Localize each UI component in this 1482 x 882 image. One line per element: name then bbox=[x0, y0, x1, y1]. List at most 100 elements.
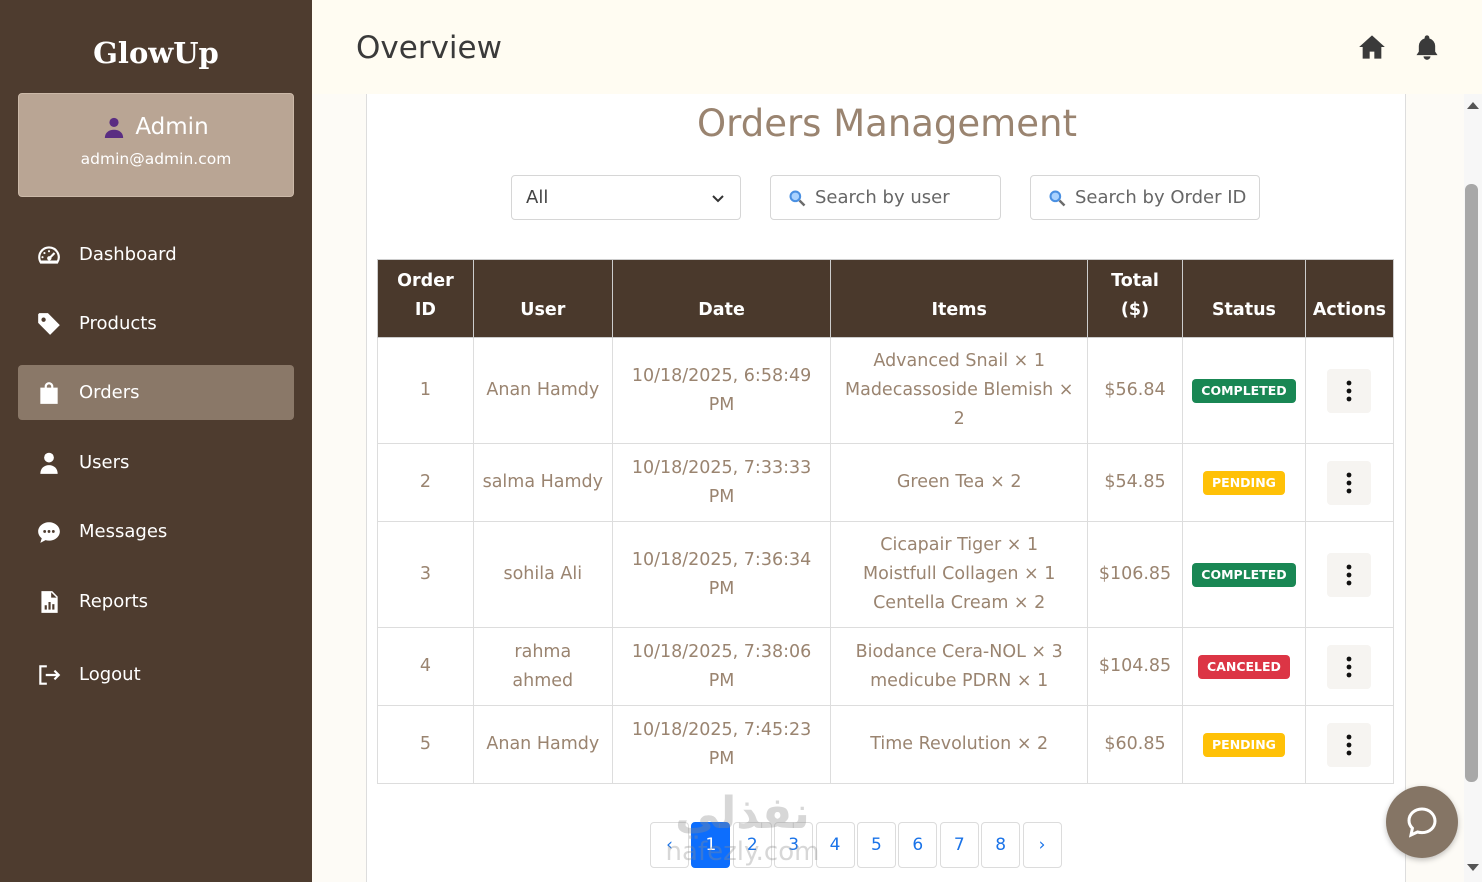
pagination-prev[interactable]: ‹ bbox=[650, 822, 689, 868]
search-user-input[interactable]: Search by user bbox=[770, 175, 1001, 220]
table-row: 5 Anan Hamdy 10/18/2025, 7:45:23 PM Time… bbox=[377, 705, 1395, 784]
order-id: 3 bbox=[377, 521, 474, 628]
chat-bubble-icon bbox=[1407, 807, 1437, 838]
page-scrollbar[interactable] bbox=[1464, 94, 1482, 882]
orders-card: Orders Management All Search by user Sea… bbox=[366, 94, 1406, 882]
order-user: Anan Hamdy bbox=[472, 705, 613, 784]
pagination-page-4[interactable]: 4 bbox=[815, 822, 855, 868]
status-badge: PENDING bbox=[1203, 471, 1285, 495]
report-file-icon bbox=[41, 590, 58, 613]
pagination-page-5[interactable]: 5 bbox=[856, 822, 896, 868]
admin-email: admin@admin.com bbox=[80, 150, 232, 168]
row-actions-button[interactable] bbox=[1327, 644, 1372, 689]
sidebar-item-label: Messages bbox=[79, 521, 168, 542]
order-actions-cell bbox=[1304, 705, 1395, 784]
order-status-cell: COMPLETED bbox=[1181, 521, 1306, 628]
admin-name-row: Admin bbox=[19, 114, 293, 140]
sidebar-item-logout[interactable]: Logout bbox=[18, 647, 294, 702]
orders-title: Orders Management bbox=[697, 102, 1077, 145]
pagination-next[interactable]: › bbox=[1022, 822, 1062, 868]
order-user: salma Hamdy bbox=[472, 443, 613, 522]
column-header: User bbox=[472, 259, 613, 338]
order-status-cell: PENDING bbox=[1181, 443, 1306, 522]
row-actions-button[interactable] bbox=[1327, 368, 1372, 413]
top-header: Overview bbox=[312, 0, 1482, 94]
order-id: 4 bbox=[377, 627, 474, 706]
table-row: 3 sohila Ali 10/18/2025, 7:36:34 PM Cica… bbox=[377, 521, 1395, 628]
pagination-page-1[interactable]: 1 bbox=[691, 822, 731, 868]
status-badge: COMPLETED bbox=[1192, 379, 1296, 403]
tag-icon bbox=[38, 312, 60, 335]
order-date: 10/18/2025, 7:36:34 PM bbox=[611, 521, 832, 628]
pagination-page-2[interactable]: 2 bbox=[732, 822, 772, 868]
kebab-menu-icon bbox=[1347, 380, 1352, 401]
shopping-bag-icon bbox=[40, 381, 58, 404]
order-date: 10/18/2025, 7:33:33 PM bbox=[611, 443, 832, 522]
status-filter-select[interactable]: All bbox=[511, 175, 741, 220]
kebab-menu-icon bbox=[1347, 472, 1352, 493]
order-user: rahma ahmed bbox=[472, 627, 613, 706]
table-row: 2 salma Hamdy 10/18/2025, 7:33:33 PM Gre… bbox=[377, 443, 1395, 522]
scrollbar-thumb[interactable] bbox=[1465, 184, 1478, 782]
order-item: Advanced Snail × 1 bbox=[873, 351, 1045, 371]
order-date: 10/18/2025, 6:58:49 PM bbox=[611, 337, 832, 444]
sidebar-item-products[interactable]: Products bbox=[18, 296, 294, 351]
column-header: Items bbox=[830, 259, 1089, 338]
order-items: Biodance Cera-NOL × 3 medicube PDRN × 1 bbox=[830, 627, 1089, 706]
pagination-page-3[interactable]: 3 bbox=[774, 822, 814, 868]
main-content: Orders Management All Search by user Sea… bbox=[312, 94, 1464, 882]
pagination-page-7[interactable]: 7 bbox=[939, 822, 979, 868]
pagination-page-8[interactable]: 8 bbox=[981, 822, 1021, 868]
order-id: 2 bbox=[377, 443, 474, 522]
order-total: $54.85 bbox=[1087, 443, 1183, 522]
row-actions-button[interactable] bbox=[1327, 460, 1372, 505]
sidebar-item-orders[interactable]: Orders bbox=[18, 365, 294, 420]
row-actions-button[interactable] bbox=[1327, 722, 1372, 767]
row-actions-button[interactable] bbox=[1327, 552, 1372, 597]
status-badge: CANCELED bbox=[1198, 655, 1290, 679]
order-actions-cell bbox=[1304, 443, 1395, 522]
order-total: $104.85 bbox=[1087, 627, 1183, 706]
sidebar-item-messages[interactable]: Messages bbox=[18, 504, 294, 559]
user-icon bbox=[40, 452, 58, 474]
sidebar-item-users[interactable]: Users bbox=[18, 435, 294, 490]
home-icon[interactable] bbox=[1358, 33, 1386, 61]
order-total: $106.85 bbox=[1087, 521, 1183, 628]
sidebar-item-dashboard[interactable]: Dashboard bbox=[18, 227, 294, 282]
order-actions-cell bbox=[1304, 521, 1395, 628]
chat-button[interactable] bbox=[1386, 786, 1458, 858]
scroll-up-arrow[interactable] bbox=[1467, 102, 1479, 109]
order-items: Green Tea × 2 bbox=[830, 443, 1089, 522]
sidebar-item-label: Dashboard bbox=[79, 244, 177, 265]
sidebar: GlowUp Admin admin@admin.com Dashboard P… bbox=[0, 0, 312, 882]
scroll-down-arrow[interactable] bbox=[1467, 864, 1479, 871]
pagination-page-6[interactable]: 6 bbox=[898, 822, 938, 868]
search-order-placeholder: Search by Order ID bbox=[1075, 187, 1247, 208]
user-icon bbox=[105, 117, 124, 138]
bell-icon[interactable] bbox=[1413, 33, 1441, 61]
orders-table: Order ID User Date Items Total ($) Statu… bbox=[377, 259, 1395, 784]
order-date: 10/18/2025, 7:38:06 PM bbox=[611, 627, 832, 706]
kebab-menu-icon bbox=[1347, 734, 1352, 755]
order-user: Anan Hamdy bbox=[472, 337, 613, 444]
status-badge: COMPLETED bbox=[1192, 563, 1296, 587]
admin-profile-card: Admin admin@admin.com bbox=[18, 93, 294, 197]
order-actions-cell bbox=[1304, 627, 1395, 706]
sidebar-item-reports[interactable]: Reports bbox=[18, 574, 294, 629]
order-status-cell: COMPLETED bbox=[1181, 337, 1306, 444]
order-items: Time Revolution × 2 bbox=[830, 705, 1089, 784]
order-total: $56.84 bbox=[1087, 337, 1183, 444]
page-title: Overview bbox=[356, 30, 502, 66]
order-item: medicube PDRN × 1 bbox=[870, 670, 1049, 691]
order-date: 10/18/2025, 7:45:23 PM bbox=[611, 705, 832, 784]
order-items: Advanced Snail × 1 Madecassoside Blemish… bbox=[830, 337, 1089, 444]
order-actions-cell bbox=[1304, 337, 1395, 444]
order-item: Time Revolution × 2 bbox=[870, 734, 1049, 754]
order-items: Cicapair Tiger × 1 Moistfull Collagen × … bbox=[830, 521, 1089, 628]
search-order-id-input[interactable]: Search by Order ID bbox=[1030, 175, 1260, 220]
search-icon bbox=[1049, 190, 1066, 206]
sidebar-item-label: Orders bbox=[79, 382, 140, 403]
order-item: Cicapair Tiger × 1 bbox=[880, 535, 1039, 555]
order-user: sohila Ali bbox=[472, 521, 613, 628]
order-status-cell: CANCELED bbox=[1181, 627, 1306, 706]
